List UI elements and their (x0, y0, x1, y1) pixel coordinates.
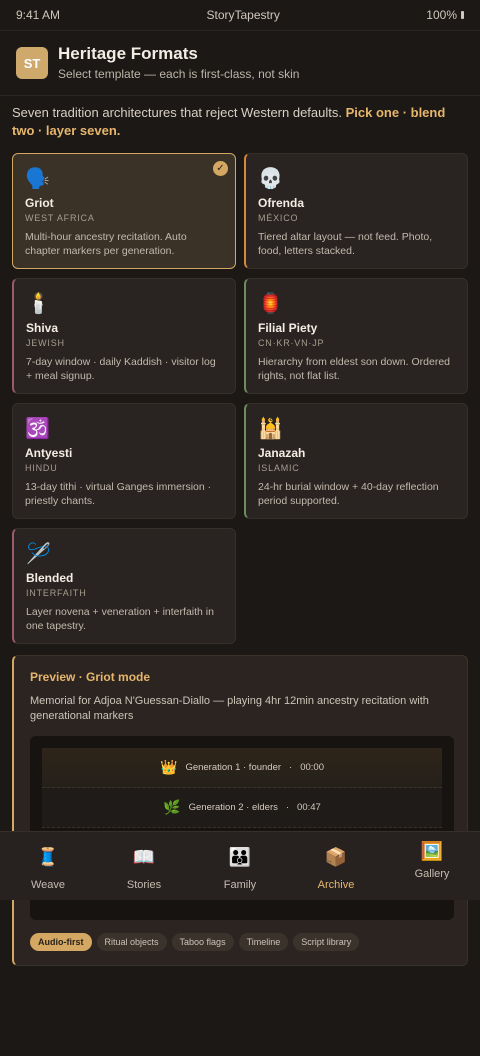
tab-stories[interactable]: 📖 Stories (104, 846, 184, 891)
format-desc: Tiered altar layout — not feed. Photo, f… (258, 231, 433, 257)
format-card-antyesti[interactable]: 🕉️ Antyesti HINDU 13-day tithi · virtual… (12, 403, 236, 519)
generation-row[interactable]: 🌿 Generation 2 · elders · 00:47 (42, 788, 442, 828)
griot-icon: 🗣️ (25, 168, 50, 190)
needle-icon: 🪡 (26, 543, 51, 565)
format-desc: Multi-hour ancestry recitation. Auto cha… (25, 231, 187, 257)
book-icon: 📖 (132, 847, 156, 867)
tag-audio-first[interactable]: Audio-first (30, 933, 92, 951)
skull-icon: 💀 (258, 168, 283, 190)
check-icon: ✓ (213, 161, 228, 176)
status-time: 9:41 AM (16, 8, 61, 22)
battery-percent: 100% (426, 8, 457, 22)
format-desc: 13-day tithi · virtual Ganges immersion … (25, 481, 212, 507)
tag-taboo-flags[interactable]: Taboo flags (171, 933, 234, 951)
format-name: Janazah (258, 446, 306, 460)
tag-timeline[interactable]: Timeline (238, 933, 289, 951)
page-subtitle: Select template — each is first-class, n… (58, 67, 300, 81)
preview-desc: Memorial for Adjoa N'Guessan-Diallo — pl… (30, 695, 429, 722)
format-region: CN·KR·VN·JP (258, 338, 325, 348)
bottom-tab-bar: 🧵 Weave 📖 Stories 👪 Family 📦 Archive 🖼️ … (0, 831, 480, 900)
intro-body: Seven tradition architectures that rejec… (12, 105, 346, 120)
family-icon: 👪 (228, 847, 252, 867)
leaf-icon: 🌿 (163, 799, 181, 815)
candle-icon: 🕯️ (26, 293, 51, 315)
format-name: Blended (26, 571, 74, 585)
format-grid: ✓ 🗣️ Griot WEST AFRICA Multi-hour ancest… (12, 153, 468, 644)
tab-family[interactable]: 👪 Family (200, 846, 280, 891)
generation-label: Generation 1 · founder (185, 762, 282, 773)
format-region: MÉXICO (258, 213, 299, 223)
format-region: ISLAMIC (258, 463, 300, 473)
preview-panel: Preview · Griot mode Memorial for Adjoa … (12, 655, 468, 966)
crown-icon: 👑 (160, 759, 178, 775)
app-header: ST Heritage Formats Select template — ea… (0, 30, 480, 96)
format-card-janazah[interactable]: 🕌 Janazah ISLAMIC 24-hr burial window + … (244, 403, 468, 519)
format-desc: Layer novena + veneration + interfaith i… (26, 606, 214, 632)
status-carrier: StoryTapestry (206, 8, 280, 22)
separator: · (285, 802, 290, 813)
lantern-icon: 🏮 (258, 293, 283, 315)
avatar[interactable]: ST (16, 47, 48, 79)
tab-label: Archive (317, 879, 355, 891)
status-bar: 9:41 AM StoryTapestry 100% (0, 0, 480, 30)
generation-row[interactable]: 👑 Generation 1 · founder · 00:00 (42, 748, 442, 788)
format-region: WEST AFRICA (25, 213, 95, 223)
format-card-filial-piety[interactable]: 🏮 Filial Piety CN·KR·VN·JP Hierarchy fro… (244, 278, 468, 394)
generation-time: 00:47 (297, 802, 321, 813)
tab-label: Stories (126, 879, 162, 891)
page-title: Heritage Formats (58, 44, 198, 63)
format-name: Antyesti (25, 446, 73, 460)
format-name: Ofrenda (258, 196, 305, 210)
tag-ritual-objects[interactable]: Ritual objects (96, 933, 167, 951)
format-desc: 7-day window · daily Kaddish · visitor l… (26, 356, 216, 382)
tab-label: Gallery (414, 868, 450, 880)
battery-indicator: 100% (426, 8, 464, 22)
format-card-griot[interactable]: ✓ 🗣️ Griot WEST AFRICA Multi-hour ancest… (12, 153, 236, 269)
box-icon: 📦 (324, 847, 348, 867)
mosque-icon: 🕌 (258, 418, 283, 440)
format-region: INTERFAITH (26, 588, 87, 598)
format-name: Shiva (26, 321, 59, 335)
format-card-blended[interactable]: 🪡 Blended INTERFAITH Layer novena + vene… (12, 528, 236, 644)
spool-icon: 🧵 (36, 847, 60, 867)
picture-icon: 🖼️ (420, 841, 444, 861)
preview-title: Preview · Griot mode (30, 670, 151, 684)
tab-label: Weave (30, 879, 66, 891)
format-card-shiva[interactable]: 🕯️ Shiva JEWISH 7-day window · daily Kad… (12, 278, 236, 394)
tab-gallery[interactable]: 🖼️ Gallery (392, 840, 472, 880)
intro-text: Seven tradition architectures that rejec… (0, 96, 480, 140)
format-region: HINDU (25, 463, 58, 473)
om-icon: 🕉️ (25, 418, 50, 440)
format-name: Griot (25, 196, 54, 210)
tab-weave[interactable]: 🧵 Weave (8, 846, 88, 891)
tab-label: Family (223, 879, 257, 891)
tab-archive[interactable]: 📦 Archive (296, 846, 376, 891)
generation-time: 00:00 (300, 762, 324, 773)
feature-tags: Audio-first Ritual objects Taboo flags T… (30, 933, 360, 951)
generation-label: Generation 2 · elders (188, 802, 278, 813)
format-region: JEWISH (26, 338, 65, 348)
tag-script-library[interactable]: Script library (293, 933, 360, 951)
separator: · (289, 762, 293, 773)
format-desc: Hierarchy from eldest son down. Ordered … (258, 356, 450, 382)
format-name: Filial Piety (258, 321, 318, 335)
battery-icon (461, 11, 464, 19)
format-desc: 24-hr burial window + 40-day reflection … (258, 481, 439, 507)
format-card-ofrenda[interactable]: 💀 Ofrenda MÉXICO Tiered altar layout — n… (244, 153, 468, 269)
